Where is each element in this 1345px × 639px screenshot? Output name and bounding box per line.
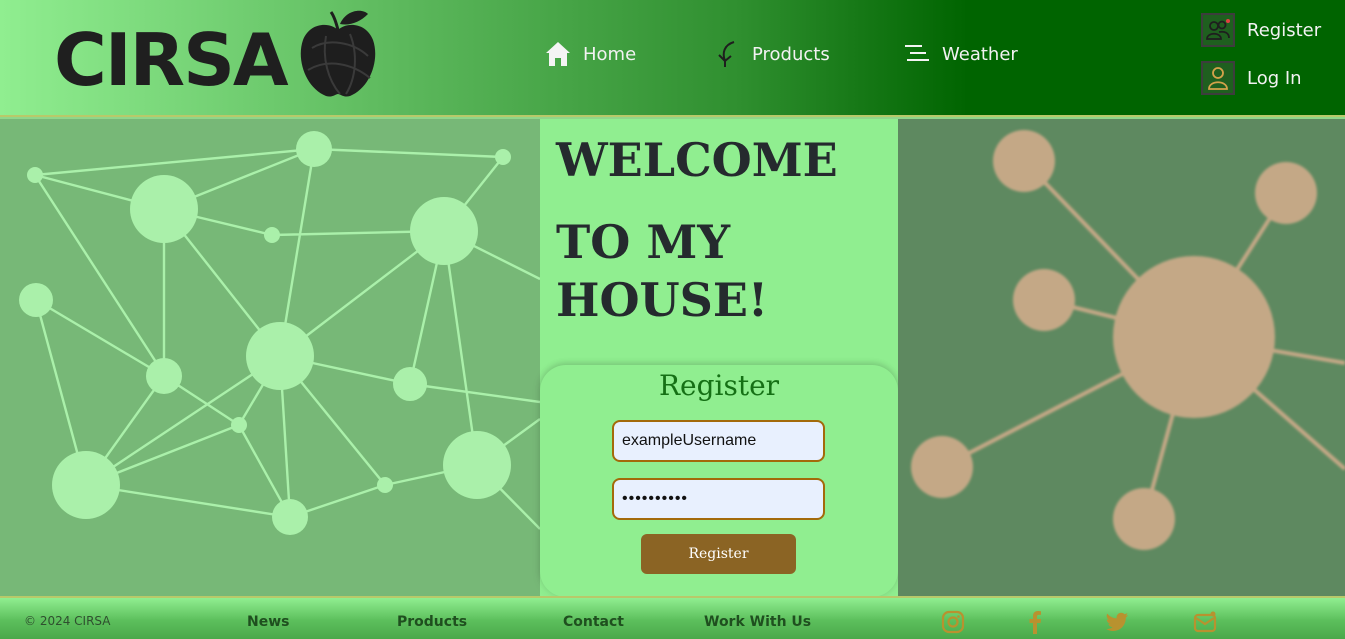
network-graphic-left — [19, 131, 540, 535]
nav-weather-label: Weather — [942, 43, 1018, 65]
nav-weather[interactable]: Weather — [902, 34, 1018, 74]
twitter-icon[interactable] — [1105, 610, 1129, 634]
logo-text: CIRSA — [54, 18, 289, 102]
mail-icon[interactable] — [1193, 610, 1217, 634]
instagram-icon[interactable] — [941, 610, 965, 634]
users-icon — [1201, 13, 1235, 47]
user-icon — [1201, 61, 1235, 95]
network-background-right — [898, 119, 1345, 596]
account-register-label: Register — [1247, 19, 1322, 41]
welcome-heading-line2: TO MY HOUSE! — [556, 215, 769, 327]
nav-home-label: Home — [583, 43, 637, 65]
menu-lines-icon — [905, 45, 929, 61]
register-form: Register Register — [540, 365, 898, 597]
footer-link-work-with-us[interactable]: Work With Us — [704, 614, 811, 630]
home-icon — [546, 42, 570, 66]
welcome-heading-line1: WELCOME — [556, 133, 838, 187]
facebook-icon[interactable] — [1023, 610, 1047, 634]
site-header: CIRSA Home Products Weather Register Log… — [0, 0, 1345, 117]
network-background-left — [0, 119, 540, 596]
password-input[interactable] — [612, 478, 825, 520]
footer-link-news[interactable]: News — [247, 614, 289, 630]
apple-logo-icon — [300, 10, 376, 97]
footer-link-contact[interactable]: Contact — [563, 614, 624, 630]
welcome-panel: WELCOME TO MY HOUSE! Register Register — [540, 119, 898, 597]
network-graphic-right — [911, 130, 1345, 550]
account-login-link[interactable]: Log In — [1201, 61, 1302, 95]
register-submit-button[interactable]: Register — [641, 534, 796, 574]
account-login-label: Log In — [1247, 67, 1302, 89]
site-footer: © 2024 CIRSA News Products Contact Work … — [0, 596, 1345, 639]
main-content: WELCOME TO MY HOUSE! Register Register — [0, 119, 1345, 597]
footer-link-products[interactable]: Products — [397, 614, 467, 630]
copyright-text: © 2024 CIRSA — [24, 614, 111, 628]
brand-logo[interactable]: CIRSA — [52, 8, 382, 103]
nav-home[interactable]: Home — [543, 34, 636, 74]
arrow-down-left-icon — [718, 41, 735, 67]
register-form-title: Register — [658, 369, 780, 402]
nav-products[interactable]: Products — [712, 34, 830, 74]
nav-products-label: Products — [752, 43, 830, 65]
username-input[interactable] — [612, 420, 825, 462]
account-register-link[interactable]: Register — [1201, 13, 1321, 47]
